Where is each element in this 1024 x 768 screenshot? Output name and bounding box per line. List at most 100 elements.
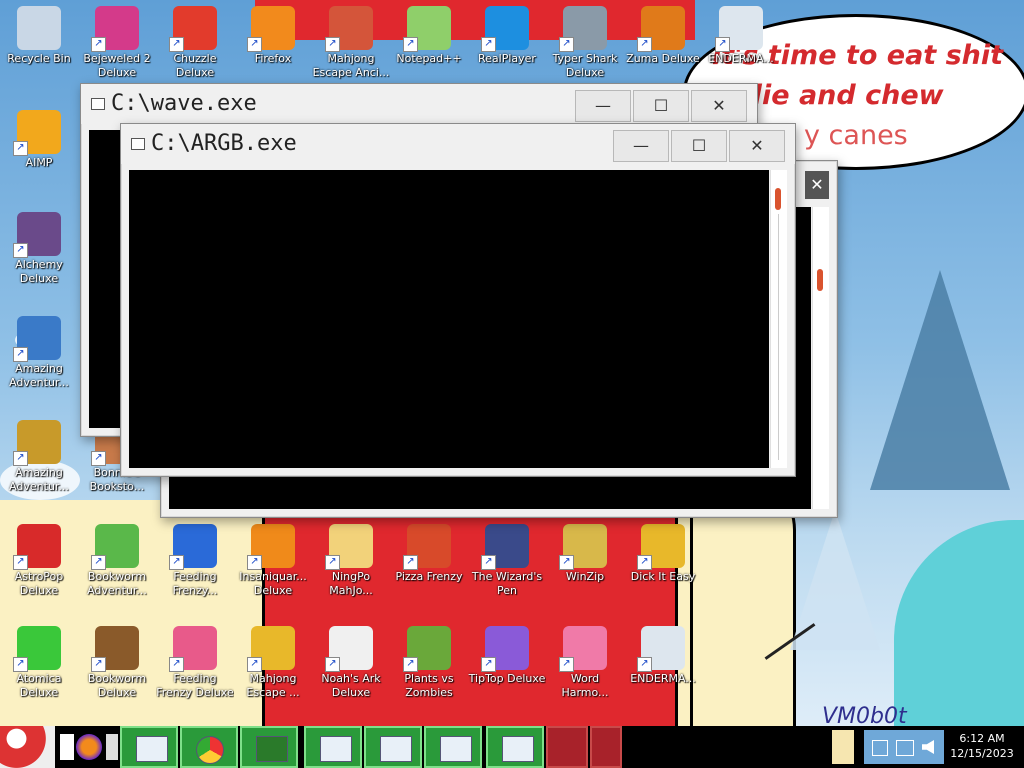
close-button[interactable]: ✕ xyxy=(805,171,829,199)
title-bar[interactable]: C:\ARGB.exe — ☐ ✕ xyxy=(121,124,795,164)
vertical-scrollbar[interactable] xyxy=(812,207,829,509)
pinned-icon[interactable] xyxy=(60,734,74,760)
desktop-icon[interactable]: ↗ Amazing Adventur... xyxy=(0,316,78,390)
shortcut-arrow-icon: ↗ xyxy=(13,555,28,570)
close-button[interactable]: ✕ xyxy=(729,130,785,162)
bookworm-book-icon: ↗ xyxy=(91,626,139,672)
taskbar-app-button[interactable] xyxy=(546,726,588,768)
recycle-bin-icon xyxy=(17,6,61,50)
taskbar-app-button[interactable] xyxy=(120,726,178,768)
desktop-icon-label: ENDERMA... xyxy=(708,52,774,65)
desktop-icon[interactable]: ↗ Feeding Frenzy... xyxy=(156,524,234,598)
desktop-icon[interactable]: ↗ Bookworm Adventur... xyxy=(78,524,156,598)
firefox-icon[interactable] xyxy=(76,734,102,760)
clock[interactable]: 6:12 AM 12/15/2023 xyxy=(944,731,1020,761)
desktop-icon[interactable]: ↗ Insaniquar... Deluxe xyxy=(234,524,312,598)
network-icon[interactable] xyxy=(872,740,888,756)
desktop-icon[interactable]: ↗ TipTop Deluxe xyxy=(468,626,546,686)
mahjong-gate-icon: ↗ xyxy=(325,6,373,52)
aimp-icon: ↗ xyxy=(13,110,61,156)
ningpo-icon: ↗ xyxy=(325,524,373,570)
desktop-icon[interactable]: ↗ Dick It Easy xyxy=(624,524,702,584)
console-icon xyxy=(91,98,105,110)
notepadpp-icon: ↗ xyxy=(403,6,451,52)
desktop-icon[interactable]: ↗ ENDERMA... xyxy=(702,6,780,66)
shortcut-arrow-icon: ↗ xyxy=(91,657,106,672)
shortcut-arrow-icon: ↗ xyxy=(169,657,184,672)
compass-gem-icon: ↗ xyxy=(13,316,61,362)
shortcut-arrow-icon: ↗ xyxy=(481,555,496,570)
maximize-button[interactable]: ☐ xyxy=(671,130,727,162)
desktop-icon[interactable]: ↗ Typer Shark Deluxe xyxy=(546,6,624,80)
close-button[interactable]: ✕ xyxy=(691,90,747,122)
desktop-icon-label: Zuma Deluxe xyxy=(626,52,700,65)
dove-icon: ↗ xyxy=(325,626,373,672)
desktop-icon-label: Feeding Frenzy Deluxe xyxy=(156,672,234,699)
desktop-icon[interactable]: ↗ Notepad++ xyxy=(390,6,468,66)
desktop-icon[interactable]: ↗ Mahjong Escape ... xyxy=(234,626,312,700)
desktop-icon[interactable]: ↗ Plants vs Zombies xyxy=(390,626,468,700)
scroll-thumb[interactable] xyxy=(817,269,823,291)
desktop-icon-label: Amazing Adventur... xyxy=(9,466,69,493)
taskbar-app-button[interactable] xyxy=(364,726,422,768)
shortcut-arrow-icon: ↗ xyxy=(637,37,652,52)
desktop-icon[interactable]: ↗ AIMP xyxy=(0,110,78,170)
start-button[interactable] xyxy=(0,726,55,768)
desktop-icon[interactable]: ↗ RealPlayer xyxy=(468,6,546,66)
app-icon xyxy=(502,736,534,762)
desktop-icon-label: Plants vs Zombies xyxy=(404,672,454,699)
desktop-icon-label: TipTop Deluxe xyxy=(468,672,546,685)
desktop-icon[interactable]: ↗ WinZip xyxy=(546,524,624,584)
scroll-track xyxy=(778,214,779,460)
desktop-icon[interactable]: ↗ Firefox xyxy=(234,6,312,66)
vertical-scrollbar[interactable] xyxy=(770,170,787,468)
taskbar-app-button[interactable] xyxy=(240,726,298,768)
shortcut-arrow-icon: ↗ xyxy=(481,657,496,672)
taskbar-app-button[interactable] xyxy=(304,726,362,768)
title-bar[interactable]: C:\wave.exe — ☐ ✕ xyxy=(81,84,757,124)
desktop-icon[interactable]: ↗ Word Harmo... xyxy=(546,626,624,700)
desktop-icon[interactable]: ↗ Chuzzle Deluxe xyxy=(156,6,234,80)
desktop-icon-label: RealPlayer xyxy=(478,52,536,65)
taskbar-app-button[interactable] xyxy=(590,726,622,768)
display-icon[interactable] xyxy=(896,740,914,756)
minimize-button[interactable]: — xyxy=(575,90,631,122)
minimize-button[interactable]: — xyxy=(613,130,669,162)
bejeweled-icon: ↗ xyxy=(91,6,139,52)
speaker-icon[interactable] xyxy=(106,734,118,760)
maximize-button[interactable]: ☐ xyxy=(633,90,689,122)
taskbar-app-button[interactable] xyxy=(424,726,482,768)
desktop-icon[interactable]: ↗ Alchemy Deluxe xyxy=(0,212,78,286)
shortcut-arrow-icon: ↗ xyxy=(169,37,184,52)
firefox-icon: ↗ xyxy=(247,6,295,52)
desktop-icon[interactable]: ↗ Zuma Deluxe xyxy=(624,6,702,66)
fish-pink-icon: ↗ xyxy=(169,626,217,672)
desktop-icon-label: Chuzzle Deluxe xyxy=(173,52,217,79)
desktop-icon[interactable]: ↗ Amazing Adventur... xyxy=(0,420,78,494)
desktop-icon[interactable]: ↗ Bookworm Deluxe xyxy=(78,626,156,700)
desktop-icon[interactable]: ↗ Pizza Frenzy xyxy=(390,524,468,584)
app-icon xyxy=(136,736,168,762)
desktop-icon[interactable]: ↗ NingPo MahJo... xyxy=(312,524,390,598)
scroll-thumb[interactable] xyxy=(775,188,781,210)
desktop-icon[interactable]: ↗ Feeding Frenzy Deluxe xyxy=(156,626,234,700)
taskbar-app-button[interactable] xyxy=(486,726,544,768)
taskbar-app-button[interactable] xyxy=(180,726,238,768)
desktop-icon[interactable]: ↗ Atomica Deluxe xyxy=(0,626,78,700)
volume-icon[interactable] xyxy=(922,740,934,754)
desktop-icon-label: AIMP xyxy=(25,156,53,169)
desktop-icon[interactable]: ↗ The Wizard's Pen xyxy=(468,524,546,598)
desktop-icon-label: Amazing Adventur... xyxy=(9,362,69,389)
shortcut-arrow-icon: ↗ xyxy=(247,555,262,570)
desktop-icon[interactable]: ↗ Noah's Ark Deluxe xyxy=(312,626,390,700)
desktop-icon-label: Bookworm Adventur... xyxy=(87,570,147,597)
system-tray[interactable] xyxy=(864,730,944,764)
window-file-icon: ↗ xyxy=(637,626,685,672)
desktop-icon-label: Alchemy Deluxe xyxy=(15,258,63,285)
desktop-icon[interactable]: ↗ ENDERMA... xyxy=(624,626,702,686)
desktop-icon[interactable]: ↗ Bejeweled 2 Deluxe xyxy=(78,6,156,80)
desktop-icon[interactable]: Recycle Bin xyxy=(0,6,78,66)
desktop-icon[interactable]: ↗ AstroPop Deluxe xyxy=(0,524,78,598)
argb-window[interactable]: C:\ARGB.exe — ☐ ✕ xyxy=(120,123,796,477)
desktop-icon[interactable]: ↗ Mahjong Escape Anci... xyxy=(312,6,390,80)
